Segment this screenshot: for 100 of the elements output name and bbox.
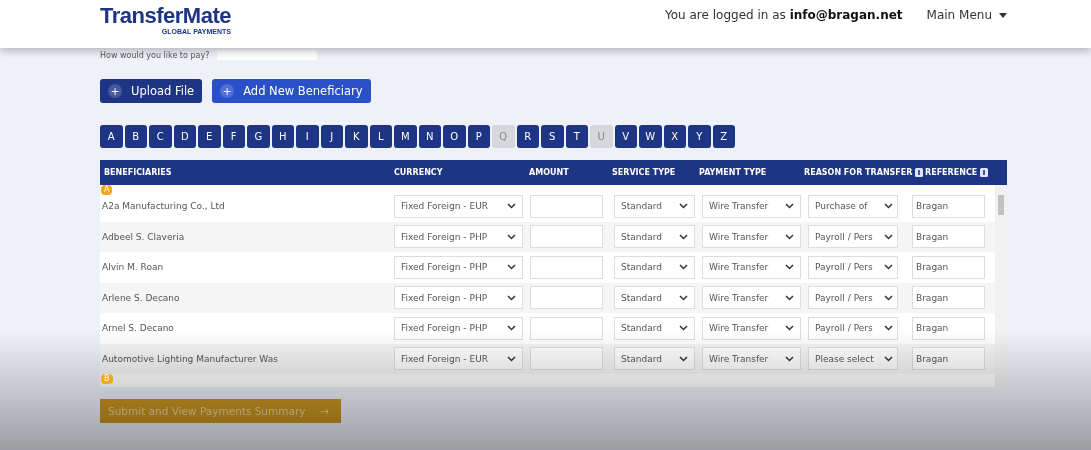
amount-field[interactable] bbox=[530, 316, 603, 340]
letter-filter-button[interactable]: E bbox=[198, 125, 221, 148]
amount-field[interactable] bbox=[530, 194, 603, 218]
payment-type-select[interactable]: Wire Transfer bbox=[702, 194, 801, 218]
reference-field[interactable]: Bragan bbox=[912, 316, 985, 340]
beneficiary-name: Automotive Lighting Manufacturer Was bbox=[101, 353, 279, 364]
payment-type-select[interactable]: Wire Transfer bbox=[702, 316, 801, 340]
service-type-select[interactable]: Standard bbox=[614, 225, 695, 249]
chevron-icon bbox=[507, 233, 516, 240]
payment-type-select[interactable]: Wire Transfer bbox=[702, 225, 801, 249]
payment-type-select[interactable]: Wire Transfer bbox=[702, 347, 801, 371]
service-type-select[interactable]: Standard bbox=[614, 255, 695, 279]
main-menu-button[interactable]: Main Menu bbox=[926, 8, 1007, 22]
chevron-icon bbox=[679, 203, 688, 210]
action-button[interactable]: + Add New Beneficiary bbox=[212, 79, 371, 103]
reason-select[interactable]: Please select bbox=[808, 347, 898, 371]
reference-field[interactable]: Bragan bbox=[912, 194, 985, 218]
letter-filter-button[interactable]: G bbox=[247, 125, 270, 148]
letter-filter-button[interactable]: X bbox=[663, 125, 686, 148]
reference-field[interactable]: Bragan bbox=[912, 255, 985, 279]
chevron-icon bbox=[679, 264, 688, 271]
service-type-select[interactable]: Standard bbox=[614, 316, 695, 340]
login-status: You are logged in as info@bragan.net bbox=[665, 8, 903, 22]
currency-select[interactable]: Fixed Foreign - PHP bbox=[394, 225, 523, 249]
reason-select[interactable]: Payroll / Pers bbox=[808, 225, 898, 249]
letter-filter-button[interactable]: K bbox=[345, 125, 368, 148]
letter-filter-button[interactable]: Z bbox=[712, 125, 735, 148]
letter-filter-button[interactable]: B bbox=[124, 125, 147, 148]
chevron-icon bbox=[884, 325, 893, 332]
logo-text: TransferMate bbox=[100, 4, 231, 28]
chevron-icon bbox=[679, 294, 688, 301]
currency-select[interactable]: Fixed Foreign - EUR bbox=[394, 194, 523, 218]
letter-filter-button[interactable]: N bbox=[418, 125, 441, 148]
currency-select[interactable]: Fixed Foreign - EUR bbox=[394, 347, 523, 371]
amount-field[interactable] bbox=[530, 347, 603, 371]
chevron-icon bbox=[507, 203, 516, 210]
info-icon bbox=[915, 168, 924, 177]
chevron-icon bbox=[785, 294, 794, 301]
column-header: REFERENCE bbox=[925, 168, 1005, 177]
letter-filter-button[interactable]: L bbox=[369, 125, 392, 148]
chevron-icon bbox=[884, 294, 893, 301]
service-type-select[interactable]: Standard bbox=[614, 194, 695, 218]
letter-filter-button[interactable]: M bbox=[394, 125, 417, 148]
group-letter-badge: A bbox=[101, 185, 113, 195]
payment-method-field[interactable] bbox=[217, 50, 318, 60]
letter-filter-button[interactable]: W bbox=[639, 125, 662, 148]
group-letter-badge: B bbox=[101, 374, 113, 384]
caret-icon bbox=[999, 12, 1007, 18]
letter-filter-button[interactable]: R bbox=[516, 125, 539, 148]
currency-select[interactable]: Fixed Foreign - PHP bbox=[394, 286, 523, 310]
chevron-icon bbox=[679, 355, 688, 362]
action-button[interactable]: + Upload File bbox=[100, 79, 203, 103]
beneficiary-name: Arlene S. Decano bbox=[101, 292, 181, 303]
chevron-icon bbox=[884, 355, 893, 362]
letter-filter-button[interactable]: F bbox=[222, 125, 245, 148]
letter-filter-button[interactable]: P bbox=[467, 125, 490, 148]
reason-select[interactable]: Payroll / Pers bbox=[808, 316, 898, 340]
letter-filter-button[interactable]: S bbox=[541, 125, 564, 148]
payment-type-select[interactable]: Wire Transfer bbox=[702, 255, 801, 279]
beneficiary-name: Adbeel S. Claveria bbox=[101, 231, 186, 242]
amount-field[interactable] bbox=[530, 255, 603, 279]
chevron-icon bbox=[785, 264, 794, 271]
beneficiary-name: A2a Manufacturing Co., Ltd bbox=[101, 201, 226, 212]
letter-filter-button[interactable]: D bbox=[173, 125, 196, 148]
letter-filter-button[interactable]: T bbox=[565, 125, 588, 148]
chevron-icon bbox=[785, 355, 794, 362]
letter-filter-button[interactable]: O bbox=[443, 125, 466, 148]
chevron-icon bbox=[884, 203, 893, 210]
letter-filter-button[interactable]: C bbox=[149, 125, 172, 148]
currency-select[interactable]: Fixed Foreign - PHP bbox=[394, 255, 523, 279]
column-header: CURRENCY bbox=[394, 168, 444, 177]
letter-filter-button[interactable]: A bbox=[100, 125, 123, 148]
reason-select[interactable]: Payroll / Pers bbox=[808, 286, 898, 310]
letter-filter-button[interactable]: I bbox=[296, 125, 319, 148]
letter-filter-button[interactable]: J bbox=[320, 125, 343, 148]
scrollbar[interactable] bbox=[995, 185, 1007, 387]
letter-filter-button[interactable]: V bbox=[614, 125, 637, 148]
reference-field[interactable]: Bragan bbox=[912, 286, 985, 310]
letter-filter-button[interactable]: H bbox=[271, 125, 294, 148]
service-type-select[interactable]: Standard bbox=[614, 286, 695, 310]
beneficiary-name: Alvin M. Roan bbox=[101, 262, 165, 273]
service-type-select[interactable]: Standard bbox=[614, 347, 695, 371]
currency-select[interactable]: Fixed Foreign - PHP bbox=[394, 316, 523, 340]
chevron-icon bbox=[679, 233, 688, 240]
chevron-icon bbox=[884, 233, 893, 240]
chevron-icon bbox=[507, 294, 516, 301]
reason-select[interactable]: Purchase of bbox=[808, 194, 898, 218]
column-header: SERVICE TYPE bbox=[612, 168, 677, 177]
payment-type-select[interactable]: Wire Transfer bbox=[702, 286, 801, 310]
reference-field[interactable]: Bragan bbox=[912, 347, 985, 371]
reference-field[interactable]: Bragan bbox=[912, 225, 985, 249]
amount-field[interactable] bbox=[530, 225, 603, 249]
amount-field[interactable] bbox=[530, 286, 603, 310]
beneficiary-name: Arnel S. Decano bbox=[101, 323, 175, 334]
column-header: PAYMENT TYPE bbox=[699, 168, 768, 177]
chevron-icon bbox=[679, 325, 688, 332]
chevron-icon bbox=[884, 264, 893, 271]
reason-select[interactable]: Payroll / Pers bbox=[808, 255, 898, 279]
letter-filter-button[interactable]: Y bbox=[688, 125, 711, 148]
chevron-icon bbox=[785, 325, 794, 332]
